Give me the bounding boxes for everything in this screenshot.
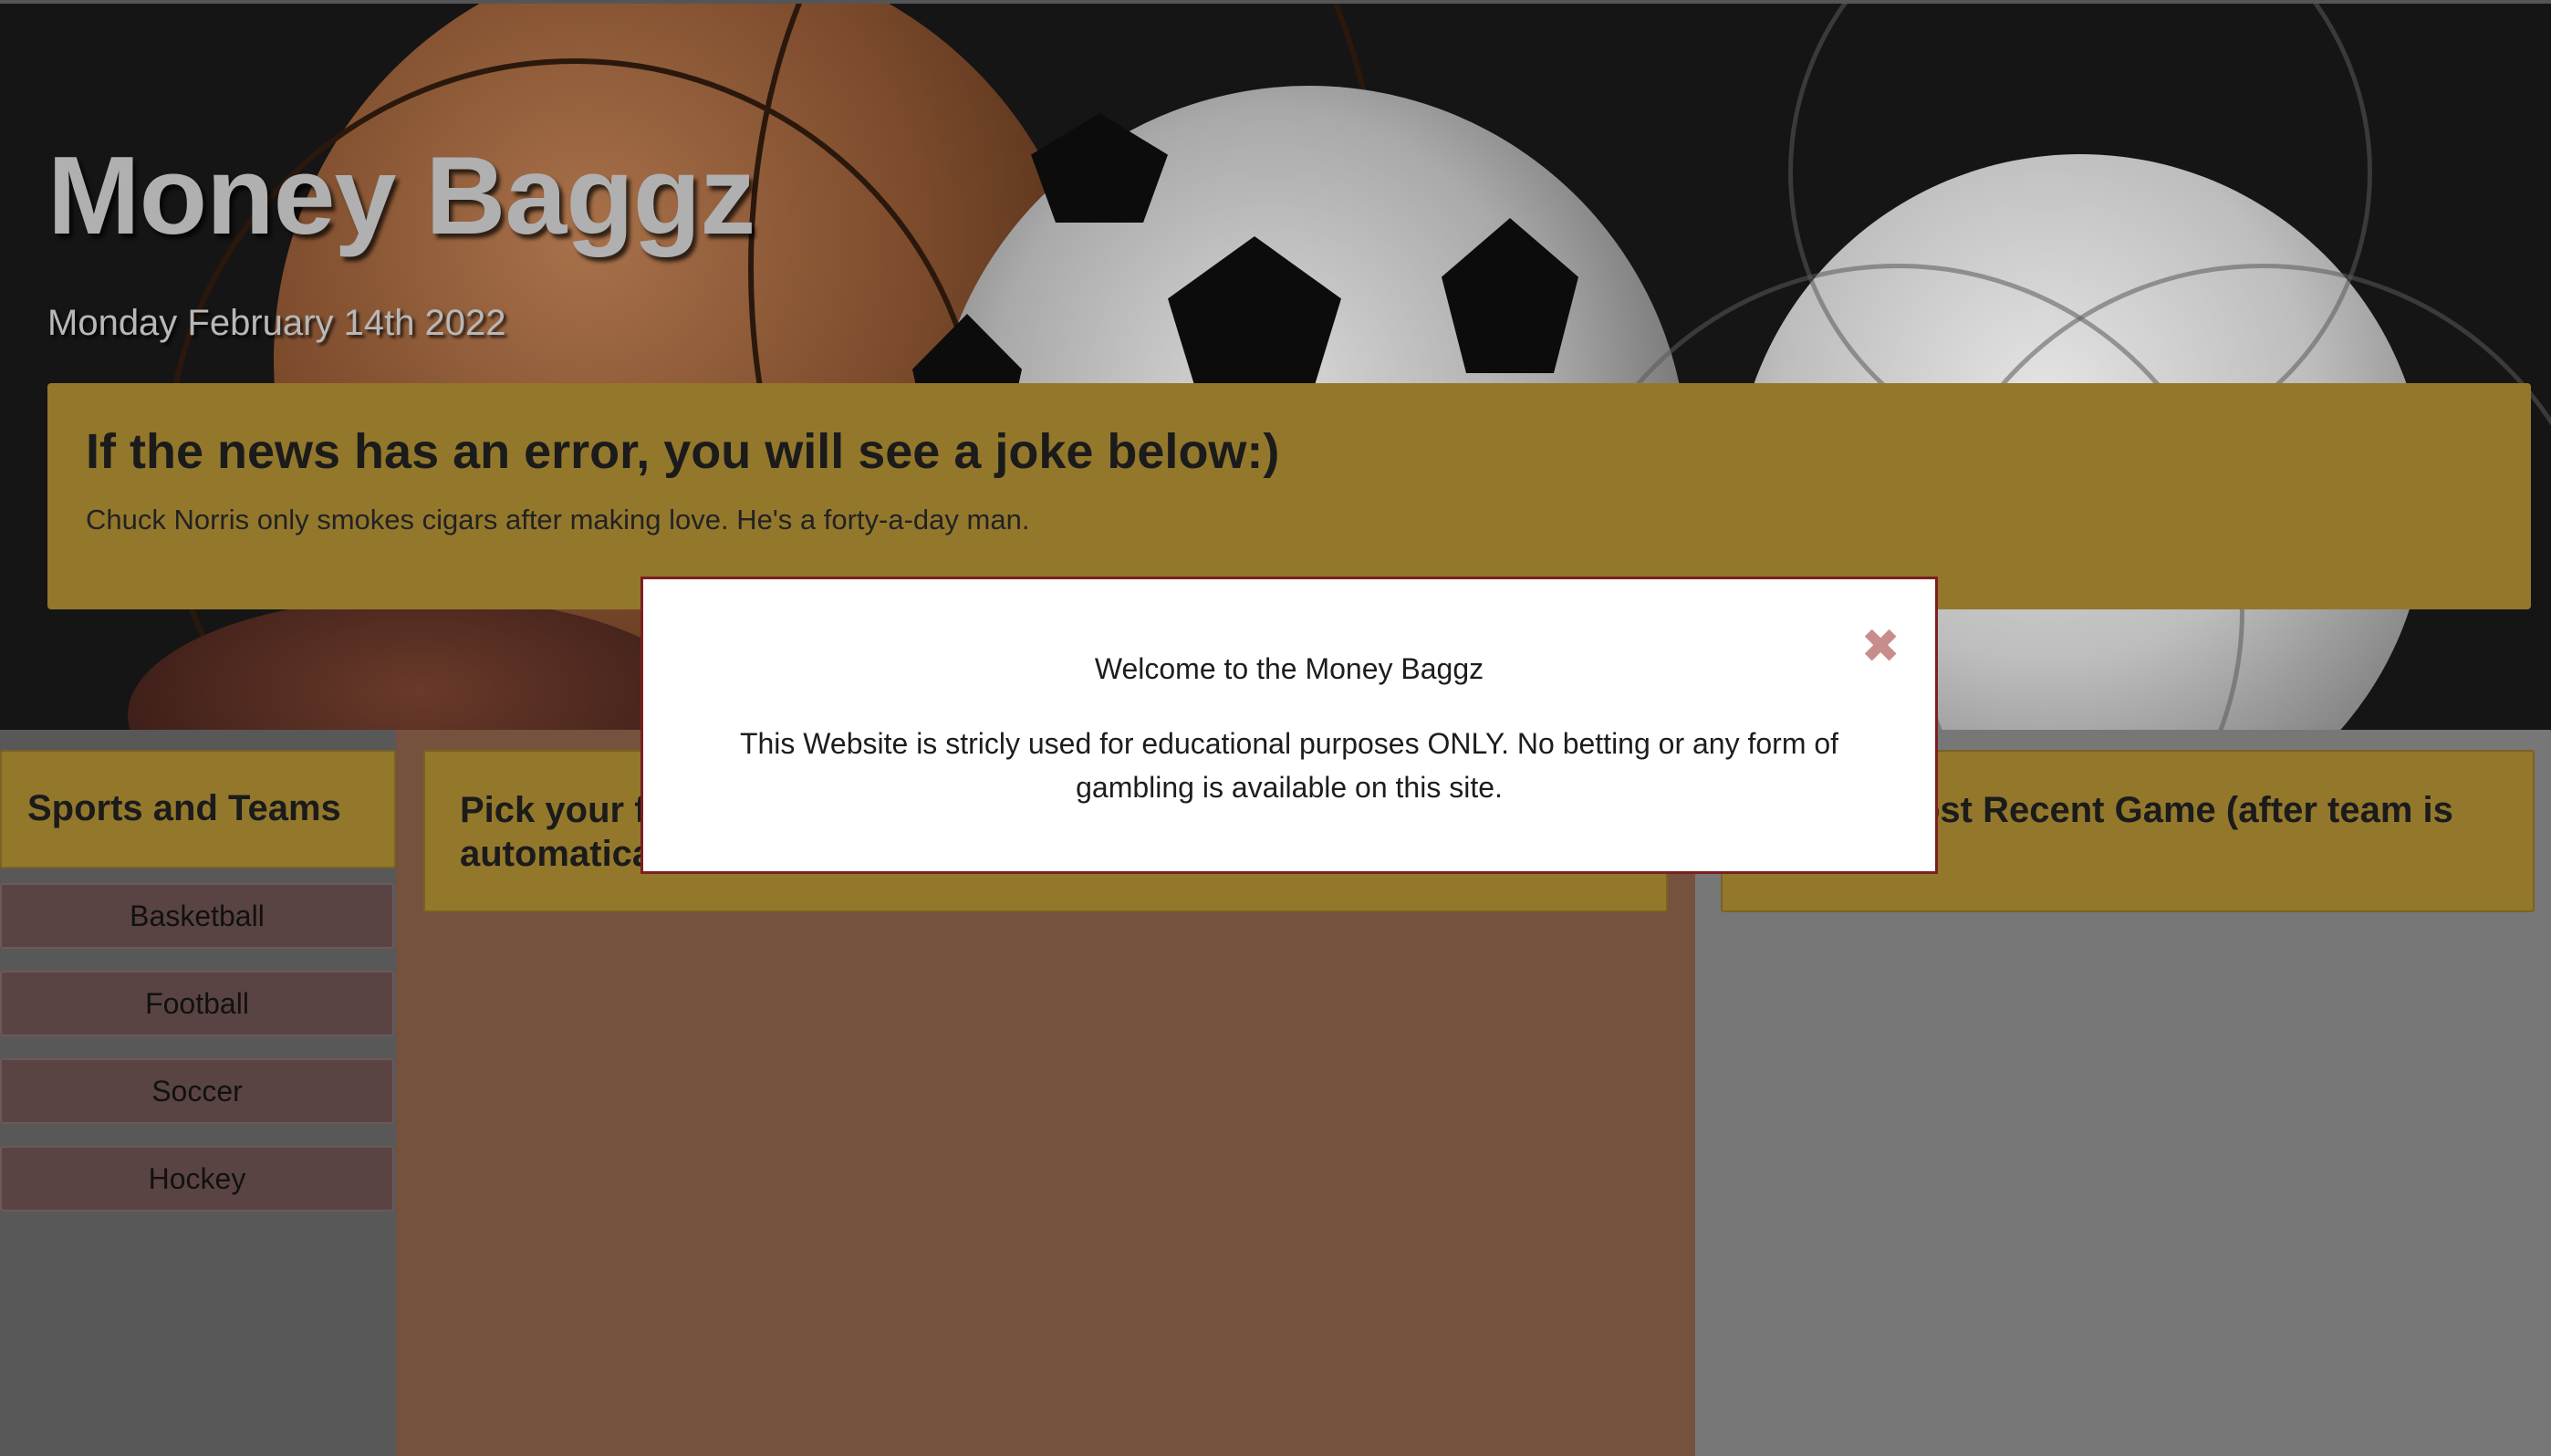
sport-button-basketball[interactable]: Basketball [0, 883, 394, 949]
sport-button-soccer[interactable]: Soccer [0, 1058, 394, 1124]
welcome-modal: ✖ Welcome to the Money Baggz This Websit… [640, 577, 1938, 874]
news-banner: If the news has an error, you will see a… [47, 383, 2531, 609]
current-date: Monday February 14th 2022 [47, 303, 506, 343]
site-title: Money Baggz [47, 133, 755, 257]
recent-game-header-line1: ost Recent Game (after team is [1918, 790, 2453, 830]
sport-button-football[interactable]: Football [0, 971, 394, 1036]
news-heading: If the news has an error, you will see a… [86, 424, 1280, 479]
modal-title: Welcome to the Money Baggz [1094, 652, 1484, 685]
sport-button-hockey[interactable]: Hockey [0, 1146, 394, 1212]
news-joke-text: Chuck Norris only smokes cigars after ma… [86, 504, 1030, 536]
sidebar-header: Sports and Teams [0, 750, 396, 868]
modal-body: This Website is stricly used for educati… [739, 727, 1839, 804]
sports-sidebar: Sports and Teams Basketball Football Soc… [0, 730, 396, 1456]
